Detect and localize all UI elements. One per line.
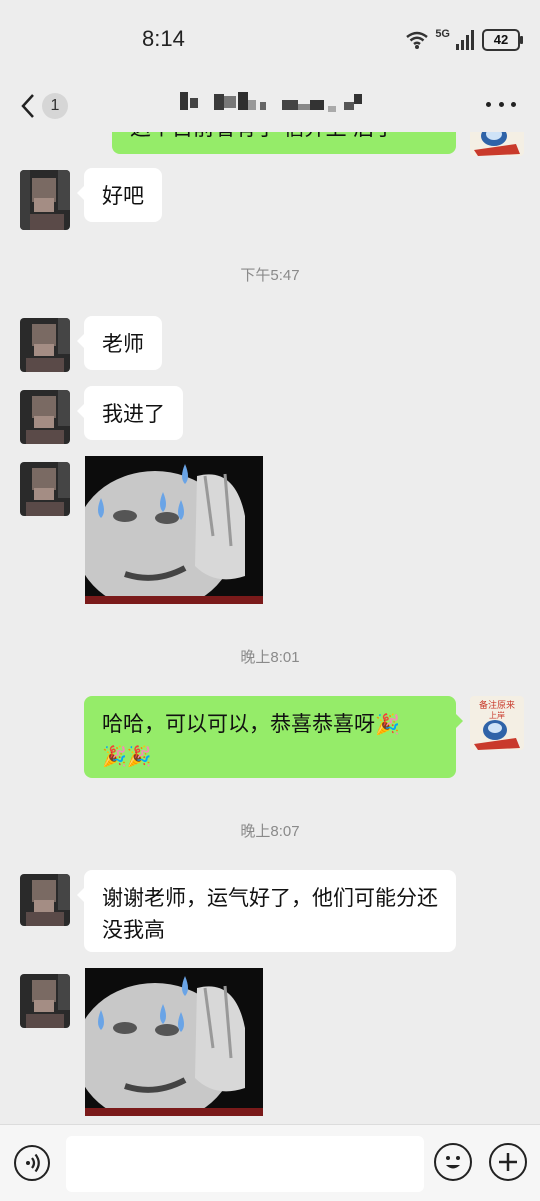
contact-avatar[interactable]: [20, 170, 70, 230]
message-text: 这个目前看有了 信弃上 后了: [130, 132, 395, 140]
message-bubble-mine[interactable]: 哈哈，可以可以，恭喜恭喜呀🎉 🎉🎉: [84, 696, 463, 778]
party-popper-icon: 🎉: [375, 712, 400, 736]
timestamp: 晚上8:07: [240, 823, 300, 840]
message-text: 我进了: [102, 402, 165, 426]
wifi-icon: [406, 31, 429, 49]
message-bubble-theirs[interactable]: 我进了: [77, 386, 183, 440]
dot: [511, 101, 516, 107]
avatar-pixelated: [20, 390, 70, 444]
timestamp: 晚上8:01: [240, 649, 300, 666]
smiley-icon: [446, 1156, 460, 1169]
timestamp: 下午5:47: [240, 267, 300, 284]
chat-title-pixelated: [178, 90, 368, 114]
avatar-pixelated: [20, 170, 70, 230]
avatar-pixelated: [20, 462, 70, 516]
message-list[interactable]: 这个目前看有了 信弃上 后了 好吧 下午5:47: [0, 132, 540, 1124]
more-options-button[interactable]: [486, 94, 516, 114]
status-time: 8:14: [142, 26, 185, 51]
dot: [486, 101, 491, 107]
contact-avatar[interactable]: [20, 462, 70, 516]
voice-icon: [26, 1153, 40, 1173]
sticker-image[interactable]: [85, 968, 263, 1116]
my-avatar[interactable]: 备注原来 上岸: [470, 696, 524, 750]
unread-count-badge: 1: [42, 93, 68, 119]
status-bar: 8:14 5G 42: [0, 0, 540, 80]
message-text: 哈哈，可以可以，恭喜恭喜呀: [102, 712, 375, 736]
avatar-pixelated: [20, 874, 70, 926]
emoji-button[interactable]: [434, 1143, 472, 1181]
message-bubble-mine[interactable]: 这个目前看有了 信弃上 后了: [112, 132, 456, 154]
input-bar: [0, 1124, 540, 1201]
voice-input-button[interactable]: [14, 1145, 50, 1181]
dot: [498, 101, 504, 107]
party-popper-icon: 🎉: [102, 744, 127, 768]
sweat-face-sticker: [85, 968, 263, 1116]
message-text: 谢谢老师，运气好了，他们可能分还没我高: [102, 886, 438, 942]
party-popper-icon: 🎉: [126, 744, 152, 768]
message-bubble-theirs[interactable]: 谢谢老师，运气好了，他们可能分还没我高: [77, 870, 456, 952]
sticker-image[interactable]: [85, 456, 263, 604]
avatar-caption-line1: 备注原来: [479, 699, 515, 711]
signal-icon: [456, 30, 474, 50]
network-type-label: 5G: [435, 28, 450, 40]
status-icons: 5G 42: [405, 28, 523, 52]
contact-avatar[interactable]: [20, 874, 70, 926]
avatar-pixelated: [20, 318, 70, 372]
chat-header: 1: [0, 80, 540, 132]
message-bubble-theirs[interactable]: 好吧: [77, 168, 162, 222]
astronaut-avatar-image: 备注原来 上岸: [470, 696, 524, 750]
more-functions-button[interactable]: [489, 1143, 527, 1181]
plus-icon: [499, 1153, 517, 1171]
message-bubble-theirs[interactable]: 老师: [77, 316, 162, 370]
message-text: 好吧: [102, 184, 144, 208]
contact-avatar[interactable]: [20, 318, 70, 372]
astronaut-icon: [470, 132, 524, 156]
my-avatar[interactable]: [470, 132, 524, 156]
contact-avatar[interactable]: [20, 974, 70, 1028]
contact-avatar[interactable]: [20, 390, 70, 444]
chevron-left-icon: [21, 94, 34, 118]
message-input[interactable]: [66, 1136, 424, 1192]
avatar-caption-line2: 上岸: [489, 711, 505, 720]
back-button[interactable]: 1: [18, 86, 68, 126]
avatar-pixelated: [20, 974, 70, 1028]
battery-indicator: 42: [482, 29, 523, 51]
sweat-face-sticker: [85, 456, 263, 604]
message-text: 老师: [102, 332, 144, 356]
